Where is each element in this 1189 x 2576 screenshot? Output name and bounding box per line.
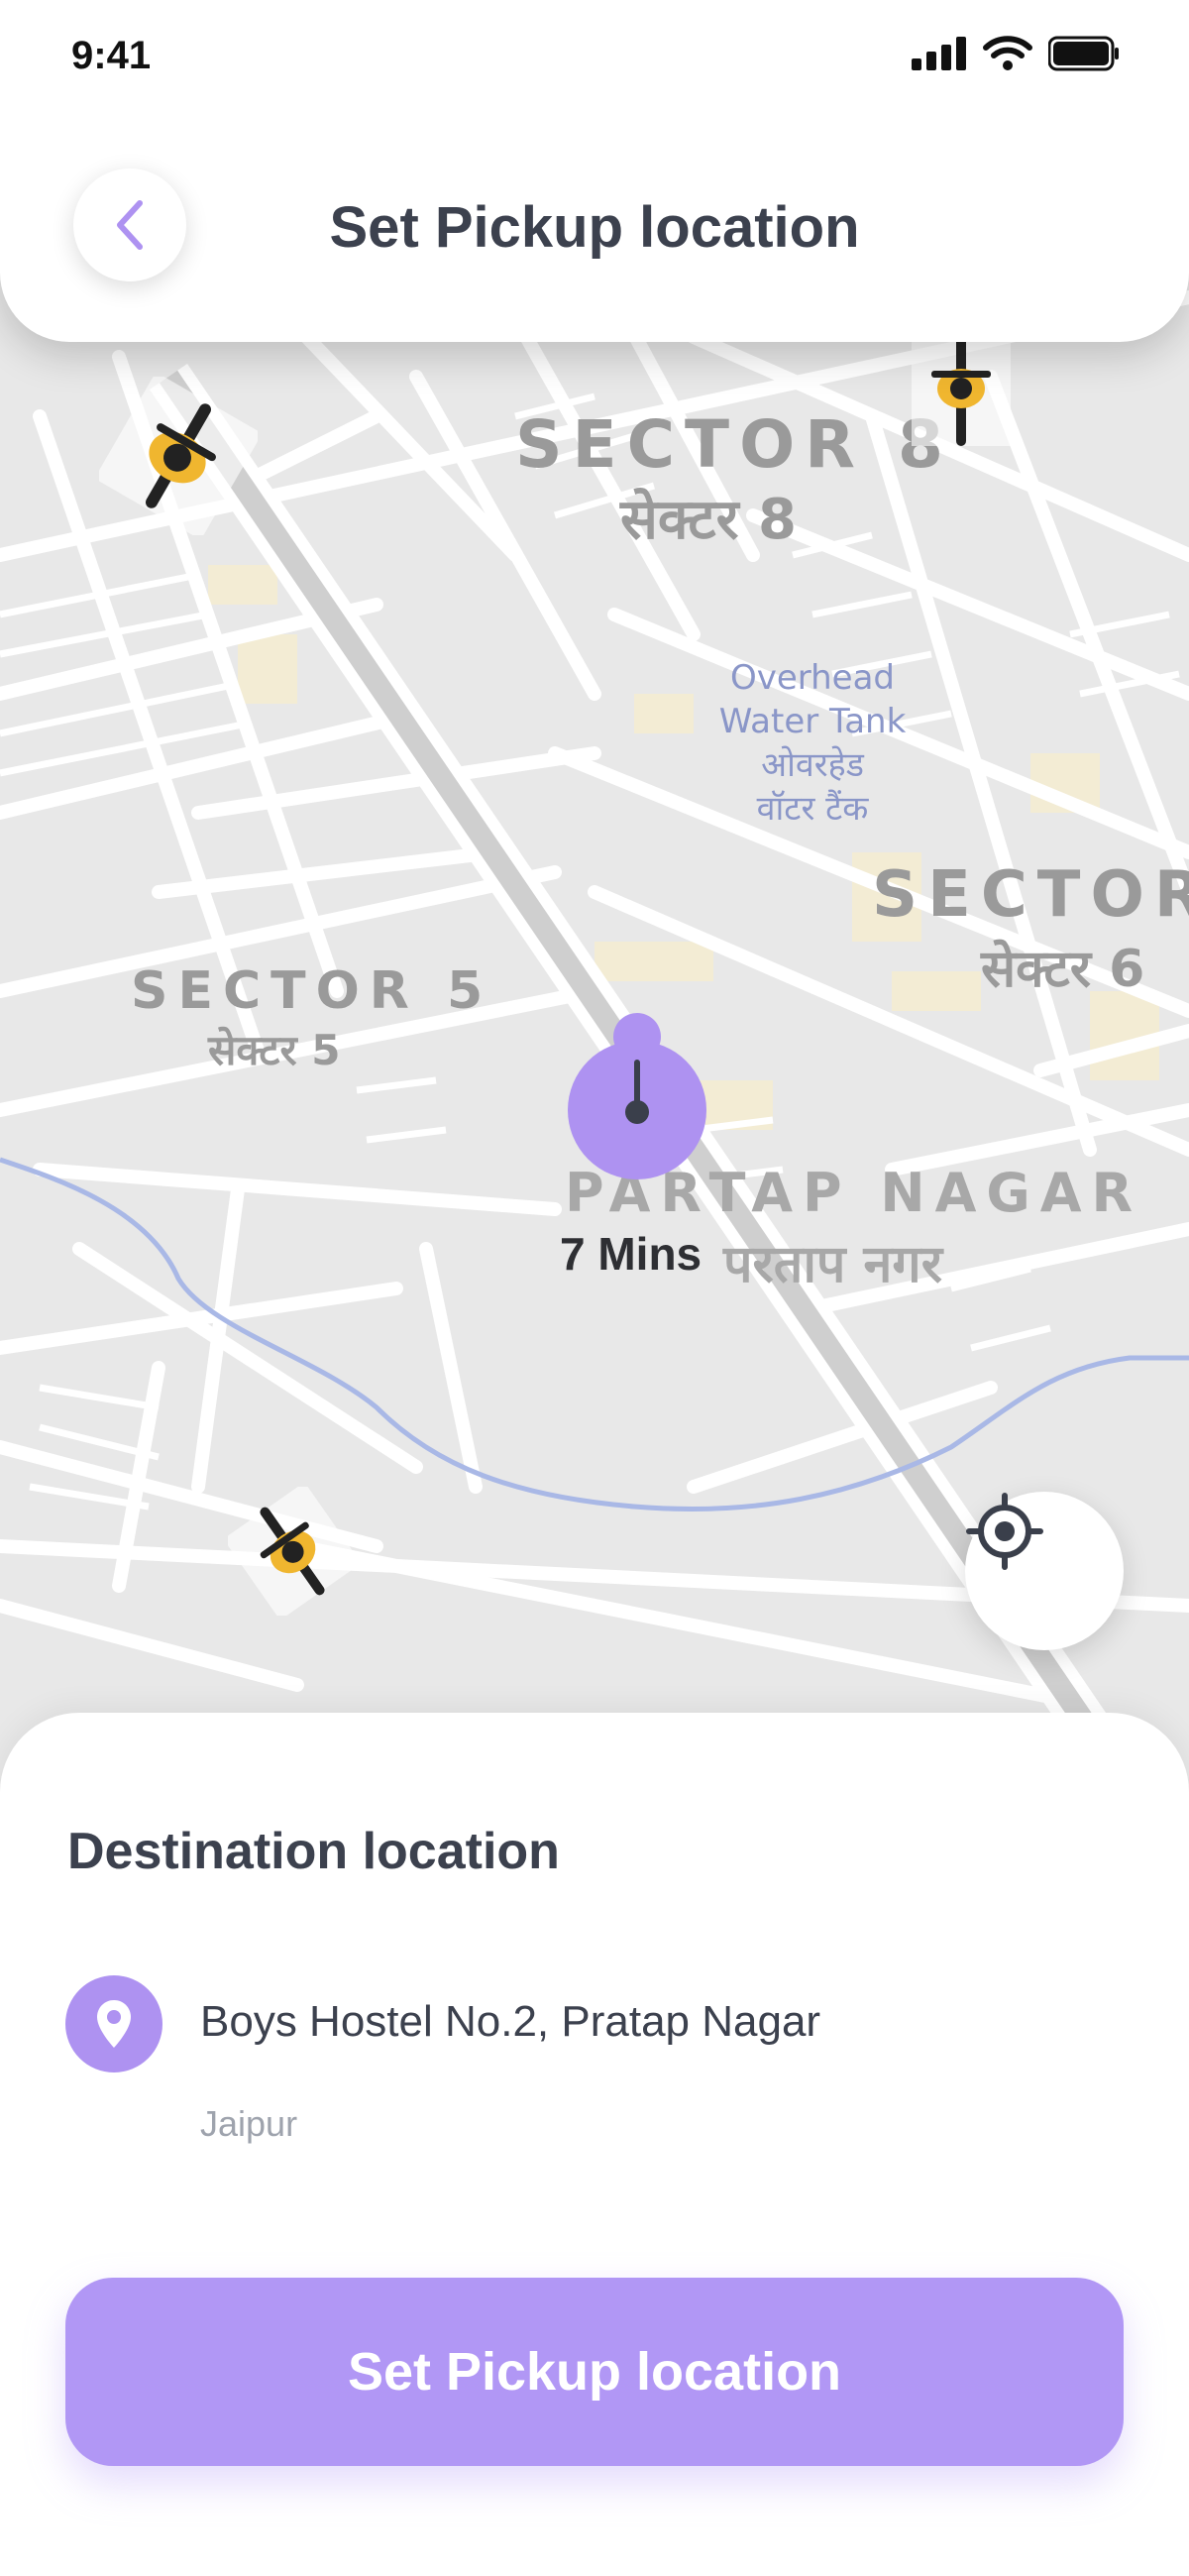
battery-icon [1048, 36, 1119, 71]
destination-address[interactable]: Boys Hostel No.2, Pratap Nagar [200, 1997, 820, 2047]
map-label-sector8-hindi: सेक्टर 8 [620, 488, 797, 552]
map-label-sector6: SECTOR 6 [872, 858, 1189, 932]
poi-line: वॉटर टैंक [756, 789, 869, 829]
signal-icon [912, 37, 966, 70]
page-title: Set Pickup location [329, 195, 860, 260]
map-label-partap-nagar-hindi: परताप नगर [723, 1235, 942, 1294]
map-label-sector8: SECTOR 8 [515, 406, 953, 483]
map-label-sector5: SECTOR 5 [131, 961, 493, 1021]
map-label-sector6-hindi: सेक्टर 6 [981, 940, 1145, 999]
header: Set Pickup location [0, 99, 1189, 342]
destination-city: Jaipur [200, 2103, 298, 2144]
map-poi-water-tank: Overhead Water Tank ओवरहेड वॉटर टैंक [684, 656, 941, 831]
map-label-sector5-hindi: सेक्टर 5 [208, 1026, 341, 1074]
status-time: 9:41 [71, 34, 152, 77]
crosshair-icon [966, 1493, 1043, 1570]
set-pickup-location-button[interactable]: Set Pickup location [65, 2278, 1124, 2466]
poi-line: Overhead [729, 658, 896, 698]
poi-line: ओवरहेड [761, 745, 864, 785]
status-bar: 9:41 [0, 0, 1189, 109]
location-pin-icon [65, 1975, 162, 2072]
eta-label: 7 Mins [560, 1228, 703, 1280]
pickup-pin-icon[interactable] [567, 1013, 707, 1181]
destination-title: Destination location [67, 1823, 560, 1880]
poi-line: Water Tank [718, 702, 907, 741]
status-icons [912, 36, 1120, 71]
my-location-button[interactable] [965, 1492, 1124, 1650]
wifi-icon [983, 36, 1032, 70]
